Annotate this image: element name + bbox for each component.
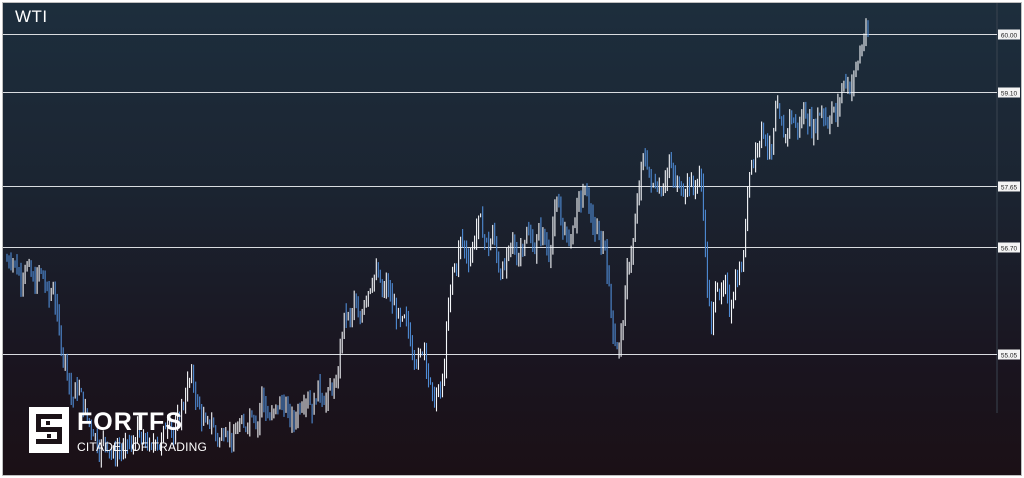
level-label-3: 56.70 [1001, 246, 1018, 253]
chart-frame: 60.00 59.10 57.65 56.70 55.05 WTI FORTFS CIT… [2, 2, 1022, 476]
level-label-2: 57.65 [1001, 185, 1018, 192]
brand-tagline: CITADEL OF TRADING [77, 440, 208, 454]
brand-logo: FORTFS CITADEL OF TRADING [29, 407, 207, 454]
fortfs-logo-icon [29, 407, 69, 453]
level-label-1: 59.10 [1001, 91, 1018, 98]
level-label-4: 55.05 [1001, 353, 1018, 360]
price-chart[interactable]: 60.00 59.10 57.65 56.70 55.05 [3, 3, 1021, 475]
brand-name: FORTFS [77, 408, 183, 436]
level-label-0: 60.00 [1001, 33, 1018, 40]
chart-title: WTI [15, 7, 48, 26]
